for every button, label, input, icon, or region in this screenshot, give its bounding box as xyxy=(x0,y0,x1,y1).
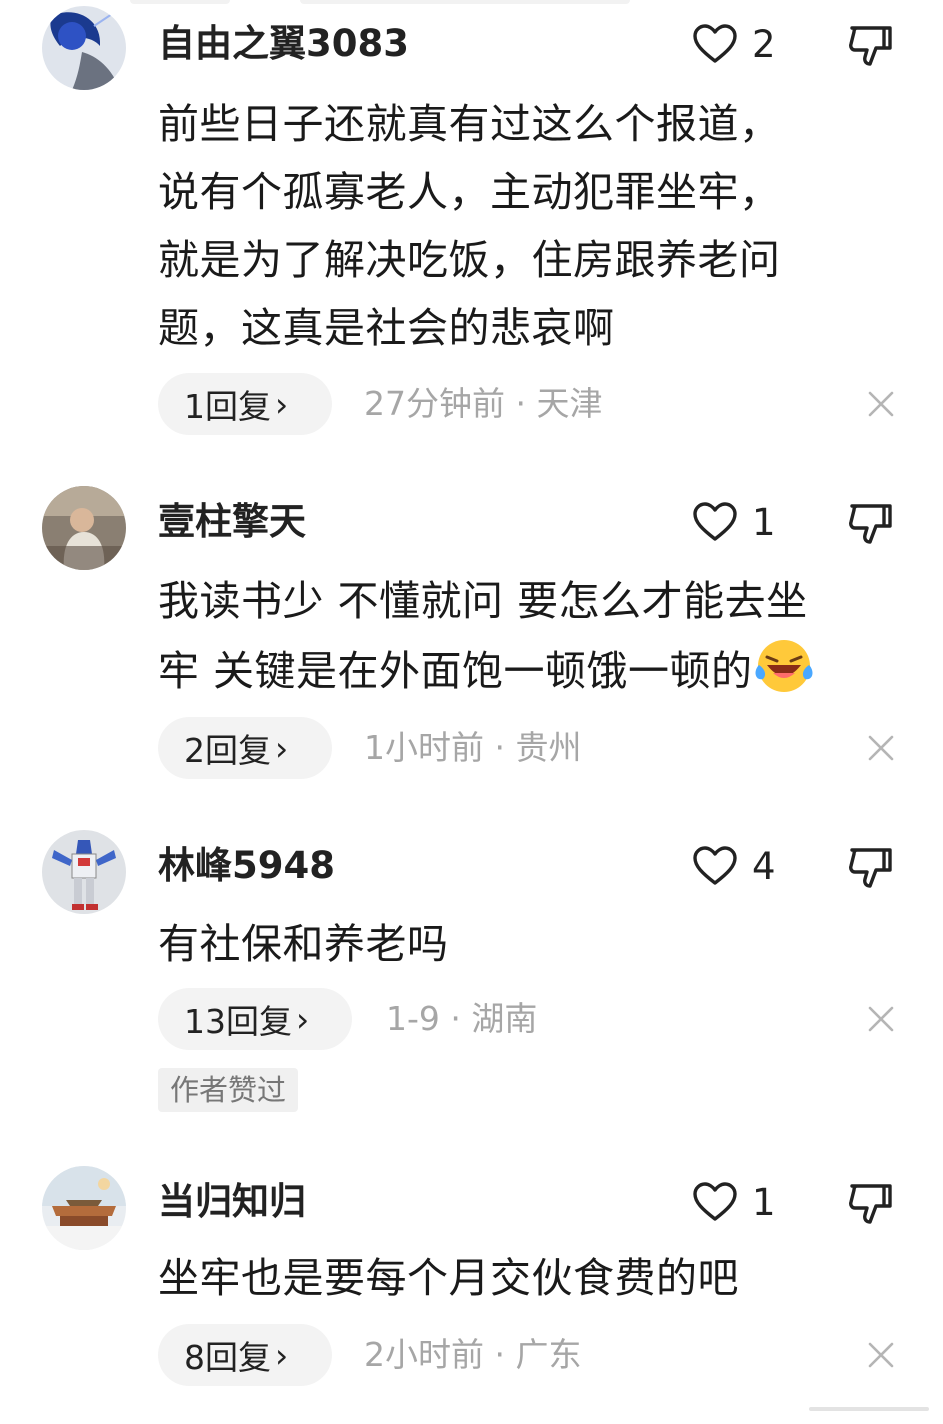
chevron-right-icon: › xyxy=(275,728,289,768)
like-button[interactable]: 1 xyxy=(692,498,792,546)
comment-line: 坐牢也是要每个月交伙食费的吧 xyxy=(158,1254,739,1302)
like-count: 2 xyxy=(752,22,776,66)
comment-line: 牢 关键是在外面饱一顿饿一顿的 xyxy=(158,635,898,705)
like-button[interactable]: 2 xyxy=(692,20,792,68)
like-button[interactable]: 1 xyxy=(692,1178,792,1226)
comment-text: 坐牢也是要每个月交伙食费的吧 xyxy=(158,1244,898,1312)
dismiss-button[interactable] xyxy=(866,1340,896,1370)
dislike-button[interactable] xyxy=(846,20,894,68)
comment-line: 我读书少 不懂就问 要怎么才能去坐 xyxy=(158,577,808,625)
thumbs-down-outline-icon xyxy=(849,1184,892,1224)
comment-meta: 27分钟前 · 天津 xyxy=(364,384,603,423)
comment-item: 当归知归 1 坐牢也是要每个月交伙食费的吧 8回复 › 2小时前 · 广东 xyxy=(0,1150,943,1424)
dismiss-button[interactable] xyxy=(866,733,896,763)
thumbs-down-outline-icon xyxy=(849,26,892,66)
close-icon xyxy=(868,1342,894,1368)
comment-meta: 1小时前 · 贵州 xyxy=(364,728,582,767)
heart-outline-icon xyxy=(693,846,737,885)
comment-item: 壹柱擎天 1 我读书少 不懂就问 要怎么才能去坐 牢 关键是在外面饱一顿饿一顿的… xyxy=(0,470,943,810)
like-count: 1 xyxy=(752,1180,776,1224)
thumbs-down-outline-icon xyxy=(849,848,892,888)
username[interactable]: 自由之翼3083 xyxy=(158,20,409,68)
username[interactable]: 林峰5948 xyxy=(158,842,335,890)
comment-line-text: 牢 关键是在外面饱一顿饿一顿的 xyxy=(158,647,753,695)
dismiss-button[interactable] xyxy=(866,1004,896,1034)
comment-item: 林峰5948 4 有社保和养老吗 13回复 › 1-9 · 湖南 作者赞过 xyxy=(0,810,943,1150)
comment-line: 说有个孤寡老人，主动犯罪坐牢， xyxy=(158,168,781,216)
watermark-logo xyxy=(809,1407,929,1411)
close-icon xyxy=(868,391,894,417)
username[interactable]: 当归知归 xyxy=(158,1178,306,1226)
replies-button[interactable]: 1回复 › xyxy=(158,373,332,435)
heart-outline-icon xyxy=(693,1182,737,1221)
replies-count: 2回复 xyxy=(184,731,271,770)
close-icon xyxy=(868,735,894,761)
heart-outline-icon xyxy=(693,502,737,541)
dismiss-button[interactable] xyxy=(866,389,896,419)
comment-item: 自由之翼3083 2 前些日子还就真有过这么个报道， 说有个孤寡老人，主动犯罪坐… xyxy=(0,0,943,470)
thumbs-down-outline-icon xyxy=(849,504,892,544)
like-button[interactable]: 4 xyxy=(692,842,792,890)
replies-count: 1回复 xyxy=(184,387,271,426)
replies-count: 13回复 xyxy=(184,1002,292,1041)
username[interactable]: 壹柱擎天 xyxy=(158,498,306,546)
replies-button[interactable]: 13回复 › xyxy=(158,988,352,1050)
avatar[interactable] xyxy=(42,486,126,570)
comment-line: 题，这真是社会的悲哀啊 xyxy=(158,304,615,352)
avatar[interactable] xyxy=(42,6,126,90)
heart-outline-icon xyxy=(693,24,737,63)
laughing-crying-emoji-icon xyxy=(755,640,813,692)
replies-count: 8回复 xyxy=(184,1338,271,1377)
chevron-right-icon: › xyxy=(296,999,310,1039)
comment-line: 有社保和养老吗 xyxy=(158,920,449,968)
comment-line: 就是为了解决吃饭，住房跟养老问 xyxy=(158,236,781,284)
author-liked-badge: 作者赞过 xyxy=(158,1068,299,1112)
comment-meta: 1-9 · 湖南 xyxy=(386,999,538,1038)
close-icon xyxy=(868,1006,894,1032)
comment-text: 有社保和养老吗 xyxy=(158,910,898,978)
replies-button[interactable]: 8回复 › xyxy=(158,1324,332,1386)
avatar[interactable] xyxy=(42,830,126,914)
like-count: 1 xyxy=(752,500,776,544)
avatar[interactable] xyxy=(42,1166,126,1250)
like-count: 4 xyxy=(752,844,776,888)
replies-button[interactable]: 2回复 › xyxy=(158,717,332,779)
comment-meta: 2小时前 · 广东 xyxy=(364,1335,582,1374)
comment-text: 前些日子还就真有过这么个报道， 说有个孤寡老人，主动犯罪坐牢， 就是为了解决吃饭… xyxy=(158,90,898,362)
comment-text: 我读书少 不懂就问 要怎么才能去坐 牢 关键是在外面饱一顿饿一顿的 xyxy=(158,567,898,705)
chevron-right-icon: › xyxy=(275,384,289,424)
dislike-button[interactable] xyxy=(846,842,894,890)
comment-line: 前些日子还就真有过这么个报道， xyxy=(158,100,781,148)
chevron-right-icon: › xyxy=(275,1335,289,1375)
dislike-button[interactable] xyxy=(846,1178,894,1226)
dislike-button[interactable] xyxy=(846,498,894,546)
